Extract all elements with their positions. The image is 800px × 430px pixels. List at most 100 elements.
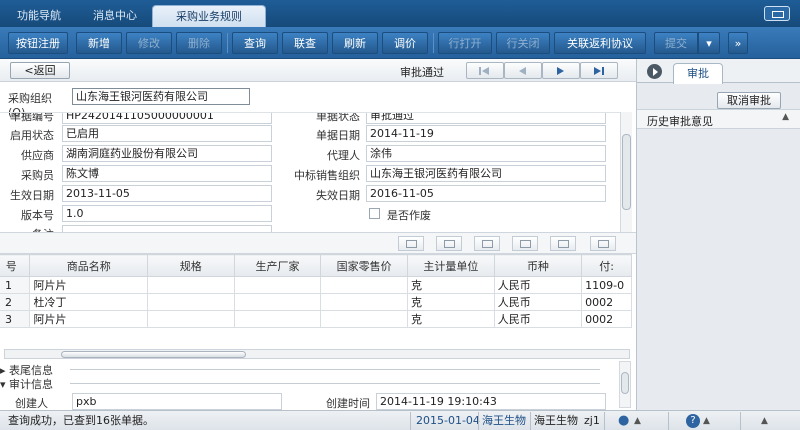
table-cell[interactable] (320, 293, 408, 311)
effective-date-field[interactable]: 2013-11-05 (62, 185, 272, 202)
table-row[interactable]: 3 阿片片 克 人民币 0002 (0, 310, 632, 328)
table-cell[interactable]: 1109-0 (581, 276, 632, 294)
scrollbar-thumb[interactable] (621, 372, 629, 394)
agent-field[interactable]: 涂伟 (366, 145, 606, 162)
last-record-button[interactable] (580, 62, 618, 79)
add-row-icon[interactable] (398, 236, 424, 251)
version-field[interactable]: 1.0 (62, 205, 272, 222)
table-cell[interactable] (320, 310, 408, 328)
enable-status-field[interactable]: 已启用 (62, 125, 272, 142)
bill-no-field[interactable]: HP2420141105000000001 (62, 113, 272, 124)
insert-row-icon[interactable] (436, 236, 462, 251)
paste-row-icon[interactable] (512, 236, 538, 251)
table-cell[interactable] (320, 276, 408, 294)
submit-button[interactable]: 提交 (654, 32, 698, 54)
creator-field[interactable]: pxb (72, 393, 282, 410)
help-menu-up-icon[interactable]: ▲ (703, 413, 710, 429)
table-row[interactable]: 2 杜冷丁 克 人民币 0002 (0, 293, 632, 311)
table-cell[interactable]: 0002 (581, 293, 632, 311)
current-org[interactable]: 海王生物 (482, 413, 526, 429)
row-open-button[interactable]: 行打开 (438, 32, 492, 54)
audit-info-section[interactable]: ▾ 审计信息 (0, 376, 600, 391)
status-bar: 查询成功，已查到16张单据。 2015-01-04 海王生物 海王生物 zj1 … (0, 410, 800, 430)
created-time-field[interactable]: 2014-11-19 19:10:43 (376, 393, 606, 410)
table-cell[interactable] (233, 310, 322, 328)
tab-approval[interactable]: 审批 (673, 63, 723, 84)
table-cell[interactable]: 阿片片 (29, 310, 148, 328)
sections-scrollbar[interactable] (619, 361, 631, 408)
new-button[interactable]: 新增 (76, 32, 122, 54)
copy-rows-icon[interactable] (590, 236, 616, 251)
more-button[interactable]: » (728, 32, 748, 54)
copy-row-icon[interactable] (474, 236, 500, 251)
link-query-button[interactable]: 联查 (282, 32, 328, 54)
user-menu-up-icon[interactable]: ▲ (634, 413, 641, 429)
user-icon[interactable]: ● (618, 413, 629, 429)
table-cell[interactable]: 克 (406, 276, 495, 294)
col-header[interactable]: 主计量单位 (406, 254, 495, 277)
bill-status-field[interactable]: 审批通过 (366, 113, 606, 124)
scrollbar-thumb[interactable] (61, 351, 246, 358)
help-icon[interactable]: ? (686, 414, 700, 428)
col-header[interactable]: 商品名称 (29, 254, 148, 277)
table-cell[interactable]: 人民币 (493, 293, 583, 311)
tab-function-nav[interactable]: 功能导航 (4, 5, 74, 27)
history-opinions-header[interactable]: 历史审批意见 ▲ (637, 109, 800, 129)
play-icon[interactable] (647, 64, 662, 79)
void-checkbox-label: 是否作废 (387, 209, 431, 222)
table-cell[interactable] (146, 310, 235, 328)
back-button[interactable]: <返回 (10, 62, 70, 79)
next-record-button[interactable] (542, 62, 580, 79)
creator-label: 创建人 (15, 397, 48, 410)
delete-button[interactable]: 删除 (176, 32, 222, 54)
table-cell[interactable] (233, 276, 322, 294)
tab-message-center[interactable]: 消息中心 (80, 5, 150, 27)
edit-button[interactable]: 修改 (126, 32, 172, 54)
col-header[interactable]: 付: (581, 254, 632, 277)
table-cell[interactable]: 阿片片 (29, 276, 148, 294)
table-cell[interactable]: 人民币 (493, 276, 583, 294)
form-scrollbar[interactable] (620, 112, 632, 232)
table-row[interactable]: 1 阿片片 克 人民币 1109-0 (0, 276, 632, 294)
table-cell[interactable]: 人民币 (493, 310, 583, 328)
table-cell[interactable]: 杜冷丁 (29, 293, 148, 311)
window-restore-icon[interactable] (764, 6, 790, 21)
tab-purchase-rules[interactable]: 采购业务规则 (152, 5, 266, 27)
table-cell[interactable] (233, 293, 322, 311)
table-cell[interactable]: 克 (406, 293, 495, 311)
row-close-button[interactable]: 行关闭 (496, 32, 550, 54)
table-cell[interactable] (146, 293, 235, 311)
collapse-up-icon[interactable]: ▲ (782, 112, 789, 122)
query-button[interactable]: 查询 (232, 32, 278, 54)
submit-dropdown-chevron-down-icon[interactable]: ▾ (698, 32, 720, 54)
prev-record-button[interactable] (504, 62, 542, 79)
panel-up-icon[interactable]: ▲ (761, 413, 768, 429)
bill-date-field[interactable]: 2014-11-19 (366, 125, 606, 142)
supplier-field[interactable]: 湖南洞庭药业股份有限公司 (62, 145, 272, 162)
col-header[interactable]: 生产厂家 (233, 254, 322, 277)
col-header[interactable]: 号 (0, 254, 31, 277)
remark-field[interactable] (62, 225, 272, 232)
business-date[interactable]: 2015-01-04 (416, 413, 480, 429)
col-header[interactable]: 国家零售价 (320, 254, 408, 277)
buyer-field[interactable]: 陈文博 (62, 165, 272, 182)
void-checkbox[interactable] (369, 208, 380, 219)
table-cell[interactable] (146, 276, 235, 294)
sales-org-field[interactable]: 山东海王银河医药有限公司 (366, 165, 606, 182)
grid-horizontal-scrollbar[interactable] (4, 349, 630, 359)
tail-info-section[interactable]: ▸ 表尾信息 (0, 362, 600, 377)
adjust-price-button[interactable]: 调价 (382, 32, 428, 54)
refresh-button[interactable]: 刷新 (332, 32, 378, 54)
table-cell[interactable]: 克 (406, 310, 495, 328)
col-header[interactable]: 规格 (146, 254, 235, 277)
first-record-button[interactable] (466, 62, 504, 79)
cancel-approval-button[interactable]: 取消审批 (717, 92, 781, 109)
delete-row-icon[interactable] (550, 236, 576, 251)
table-cell[interactable]: 0002 (581, 310, 632, 328)
org-input[interactable]: 山东海王银河医药有限公司 (72, 88, 250, 105)
register-button[interactable]: 按钮注册 (8, 32, 68, 54)
expiry-date-field[interactable]: 2016-11-05 (366, 185, 606, 202)
scrollbar-thumb[interactable] (622, 134, 631, 210)
col-header[interactable]: 币种 (493, 254, 583, 277)
rebate-agreement-button[interactable]: 关联返利协议 (554, 32, 646, 54)
